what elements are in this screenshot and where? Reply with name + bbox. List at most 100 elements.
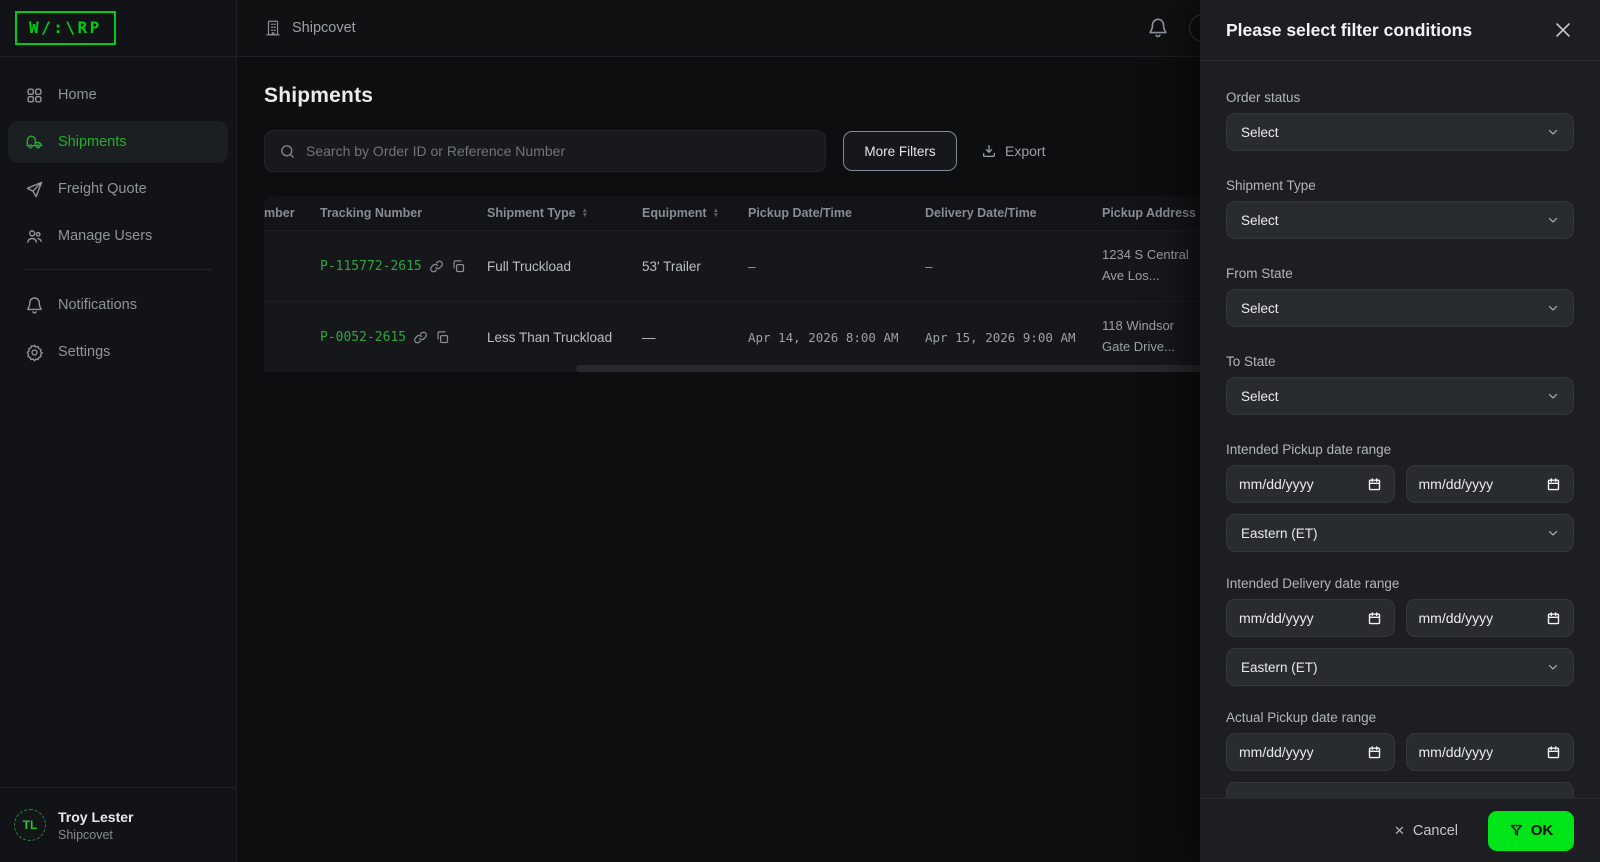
shipment-type-cell: Full Truckload	[487, 258, 572, 274]
gear-icon	[25, 343, 44, 362]
sidebar-item-label: Settings	[58, 344, 111, 360]
column-header-shipment-type[interactable]: Shipment Type ▲ ▼	[487, 206, 642, 220]
filter-drawer: Please select filter conditions Order st…	[1200, 0, 1600, 862]
equipment-cell: 53' Trailer	[642, 258, 701, 274]
chevron-down-icon	[1547, 390, 1559, 402]
export-button[interactable]: Export	[981, 131, 1045, 171]
drawer-header: Please select filter conditions	[1200, 0, 1600, 61]
close-icon[interactable]	[1552, 19, 1574, 41]
search-box	[264, 130, 826, 172]
sidebar-item-home[interactable]: Home	[8, 74, 228, 116]
send-icon	[25, 180, 44, 199]
calendar-icon[interactable]	[1367, 745, 1382, 760]
column-header-delivery-datetime[interactable]: Delivery Date/Time	[925, 206, 1102, 220]
delivery-datetime-cell: –	[925, 258, 933, 274]
chevron-down-icon	[1547, 661, 1559, 673]
download-icon	[981, 143, 997, 159]
page-title: Shipments	[264, 84, 374, 107]
sidebar-item-label: Manage Users	[58, 228, 153, 244]
to-state-select[interactable]: Select	[1226, 377, 1574, 415]
company-name: Shipcovet	[292, 20, 356, 36]
column-header-tracking-number[interactable]: Tracking Number	[320, 206, 487, 220]
bell-icon	[25, 296, 44, 315]
notifications-bell-icon[interactable]	[1147, 17, 1169, 39]
shipment-type-label: Shipment Type	[1226, 178, 1316, 193]
column-header-reference-number[interactable]: mber	[264, 206, 320, 220]
sidebar-nav: Home Shipments Freight Quote Manage User…	[0, 57, 236, 373]
order-status-select[interactable]: Select	[1226, 113, 1574, 151]
date-input[interactable]	[1239, 610, 1343, 626]
sidebar-item-manage-users[interactable]: Manage Users	[8, 215, 228, 257]
grid-icon	[25, 86, 44, 105]
intended-pickup-timezone-select[interactable]: Eastern (ET)	[1226, 514, 1574, 552]
sidebar-item-settings[interactable]: Settings	[8, 331, 228, 373]
open-link-icon[interactable]	[413, 330, 428, 345]
intended-delivery-range-label: Intended Delivery date range	[1226, 576, 1400, 591]
pickup-datetime-cell: –	[748, 258, 756, 274]
tracking-number-link[interactable]: P-0052-2615	[320, 330, 406, 345]
copy-icon[interactable]	[451, 259, 466, 274]
actual-pickup-timezone-select[interactable]	[1226, 782, 1574, 798]
calendar-icon[interactable]	[1367, 611, 1382, 626]
pickup-datetime-cell: Apr 14, 2026 8:00 AM	[748, 329, 899, 345]
actual-pickup-end-date	[1405, 733, 1574, 771]
intended-pickup-end-date	[1405, 465, 1574, 503]
copy-icon[interactable]	[435, 330, 450, 345]
intended-delivery-start-date	[1226, 599, 1395, 637]
search-input[interactable]	[306, 143, 811, 159]
user-profile[interactable]: TL Troy Lester Shipcovet	[0, 787, 236, 862]
calendar-icon[interactable]	[1546, 477, 1561, 492]
filter-funnel-icon	[1509, 823, 1524, 838]
chevron-down-icon	[1547, 126, 1559, 138]
from-state-select[interactable]: Select	[1226, 289, 1574, 327]
sidebar-item-notifications[interactable]: Notifications	[8, 284, 228, 326]
users-icon	[25, 227, 44, 246]
actual-pickup-start-date	[1226, 733, 1395, 771]
cancel-button[interactable]: ✕ Cancel	[1394, 823, 1458, 839]
truck-icon	[25, 133, 44, 152]
date-input[interactable]	[1418, 476, 1523, 492]
sort-icon[interactable]: ▲ ▼	[582, 207, 588, 219]
sidebar: W/:\RP Home Shipments Freight Quote Mana…	[0, 0, 237, 862]
sidebar-item-shipments[interactable]: Shipments	[8, 121, 228, 163]
drawer-title: Please select filter conditions	[1226, 19, 1473, 40]
calendar-icon[interactable]	[1367, 477, 1382, 492]
sort-icon[interactable]: ▲ ▼	[713, 207, 719, 219]
warp-logo[interactable]: W/:\RP	[15, 11, 116, 45]
company-selector[interactable]: Shipcovet	[264, 0, 356, 56]
calendar-icon[interactable]	[1546, 611, 1561, 626]
sidebar-item-label: Home	[58, 87, 97, 103]
date-input[interactable]	[1418, 744, 1523, 760]
chevron-down-icon	[1547, 302, 1559, 314]
column-header-equipment[interactable]: Equipment ▲ ▼	[642, 206, 748, 220]
drawer-footer: ✕ Cancel OK	[1200, 798, 1600, 862]
sidebar-item-label: Notifications	[58, 297, 137, 313]
date-input[interactable]	[1239, 744, 1343, 760]
order-status-label: Order status	[1226, 90, 1301, 105]
equipment-cell: —	[642, 329, 656, 345]
chevron-down-icon	[1547, 527, 1559, 539]
more-filters-button[interactable]: More Filters	[843, 131, 957, 171]
tracking-number-link[interactable]: P-115772-2615	[320, 259, 422, 274]
cancel-x-icon: ✕	[1393, 822, 1405, 838]
sidebar-item-freight-quote[interactable]: Freight Quote	[8, 168, 228, 210]
search-icon	[279, 143, 296, 160]
chevron-down-icon	[1547, 214, 1559, 226]
intended-pickup-start-date	[1226, 465, 1395, 503]
open-link-icon[interactable]	[429, 259, 444, 274]
export-label: Export	[1005, 143, 1046, 159]
avatar: TL	[14, 809, 46, 841]
column-header-pickup-datetime[interactable]: Pickup Date/Time	[748, 206, 925, 220]
to-state-label: To State	[1226, 354, 1276, 369]
date-input[interactable]	[1239, 476, 1343, 492]
drawer-body: Order status Select Shipment Type Select…	[1200, 62, 1600, 798]
calendar-icon[interactable]	[1546, 745, 1561, 760]
intended-pickup-range-label: Intended Pickup date range	[1226, 442, 1392, 457]
intended-delivery-end-date	[1405, 599, 1574, 637]
shipment-type-select[interactable]: Select	[1226, 201, 1574, 239]
from-state-label: From State	[1226, 266, 1293, 281]
ok-button[interactable]: OK	[1488, 810, 1574, 851]
building-icon	[264, 19, 282, 37]
date-input[interactable]	[1418, 610, 1523, 626]
intended-delivery-timezone-select[interactable]: Eastern (ET)	[1226, 648, 1574, 686]
